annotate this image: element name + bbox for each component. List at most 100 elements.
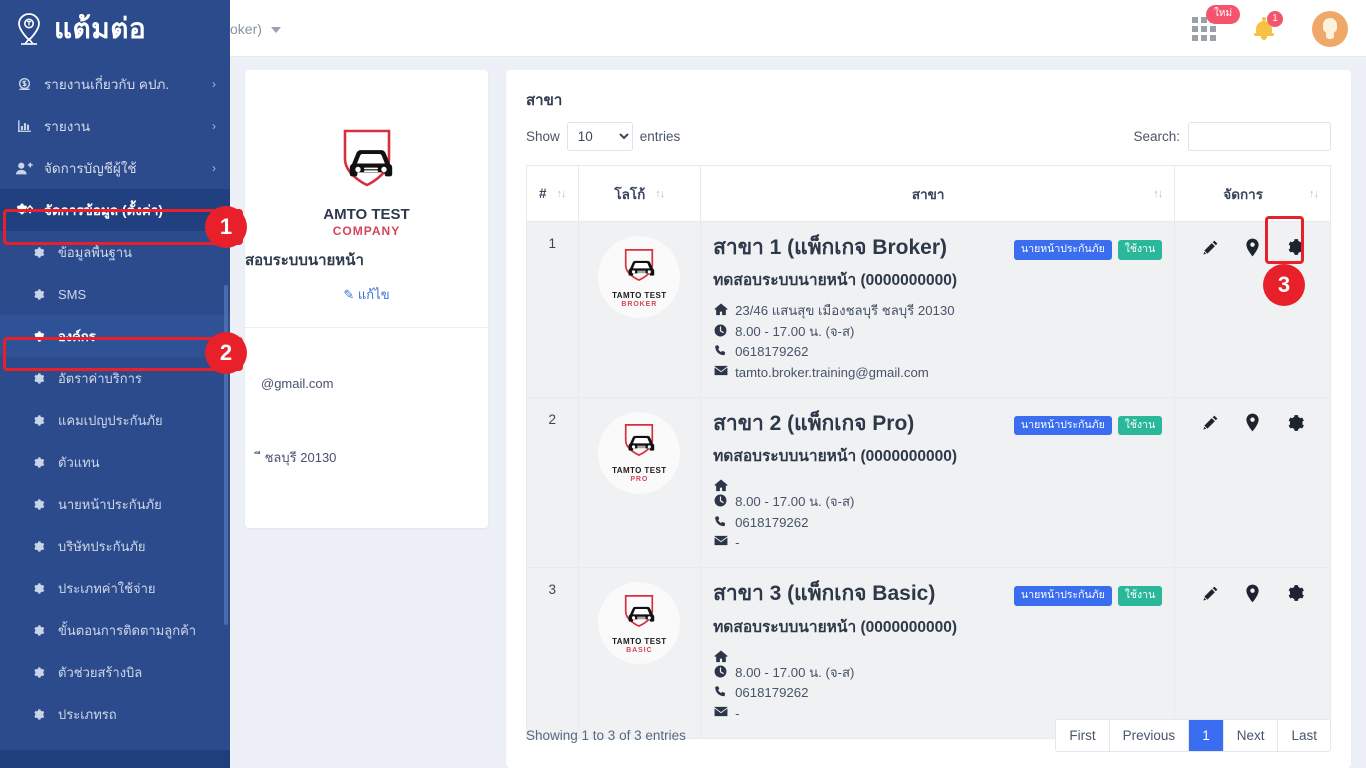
branch-address: 23/46 แสนสุข เมืองชลบุรี ชลบุรี 20130 [735,303,955,319]
sidebar-item-7[interactable]: อัตราค่าบริการ [0,357,230,399]
status-badge: นายหน้าประกันภัย [1014,586,1112,606]
company-logo-title: AMTO TEST [323,206,410,223]
sidebar-item-14[interactable]: ตัวช่วยสร้างบิล [0,651,230,693]
column-header-logo[interactable]: โลโก้ ↑↓ [577,165,702,222]
sort-icon[interactable]: ↑↓ [1153,188,1163,200]
phone-icon [713,683,728,698]
company-address: ี ชลบุรี 20130 [261,450,337,465]
table-row: 3 TAMTO TEST BASIC สาขา 3 (แพ็กเกจ Basic) ทด… [526,567,1331,739]
chevron-right-icon[interactable]: › [212,77,216,91]
sidebar-item-label: ตัวแทน [58,454,100,470]
cell-logo: TAMTO TEST PRO [577,396,702,569]
branch-settings-button[interactable] [1284,236,1306,258]
branch-address-line [713,477,1162,492]
branch-address-line [713,648,1162,663]
sort-icon[interactable]: ↑↓ [655,188,665,200]
pagination-last[interactable]: Last [1278,720,1330,751]
company-logo [245,70,488,202]
cell-row-number: 2 [526,396,579,569]
branch-hours-line: 8.00 - 17.00 น. (จ-ส) [713,663,1162,683]
account-label: oker) [230,20,262,37]
lightbulb-icon [1323,17,1337,33]
sidebar-item-5[interactable]: SMS [0,273,230,315]
clock-icon [713,322,728,337]
gear-icon [28,540,48,553]
sidebar-item-6[interactable]: องค์กร [0,315,230,357]
pagination-previous[interactable]: Previous [1109,720,1190,751]
sidebar-item-12[interactable]: ประเภทค่าใช้จ่าย [0,567,230,609]
cell-branch-details: สาขา 3 (แพ็กเกจ Basic) ทดสอบระบบนายหน้า (… [700,567,1176,739]
sidebar-item-10[interactable]: นายหน้าประกันภัย [0,483,230,525]
sidebar-item-13[interactable]: ขั้นตอนการติดตามลูกค้า [0,609,230,651]
apps-button[interactable]: ใหม่ [1192,4,1241,41]
branch-hours: 8.00 - 17.00 น. (จ-ส) [735,494,855,510]
column-header-num[interactable]: # ↑↓ [526,165,579,222]
sidebar-item-0[interactable]: รายงานเกี่ยวกับ คปภ. › [0,63,230,105]
sidebar-item-15[interactable]: ประเภทรถ [0,693,230,735]
branch-location-button[interactable] [1242,236,1264,258]
branch-settings-button[interactable] [1284,412,1306,434]
pagination-page-1[interactable]: 1 [1189,720,1224,751]
edit-branch-button[interactable] [1200,412,1222,434]
branch-title: สาขา 1 (แพ็กเกจ Broker) [713,236,947,259]
search-input[interactable] [1188,122,1331,151]
branch-hours: 8.00 - 17.00 น. (จ-ส) [735,664,855,680]
annotation-number-3: 3 [1263,264,1305,306]
sidebar-item-8[interactable]: แคมเปญประกันภัย [0,399,230,441]
sidebar-item-2[interactable]: จัดการบัญชีผู้ใช้ › [0,147,230,189]
top-bar-actions: ใหม่ 1 [1192,0,1348,57]
column-header-actions[interactable]: จัดการ ↑↓ [1174,165,1331,222]
edit-branch-button[interactable] [1200,582,1222,604]
sidebar-item-4[interactable]: ข้อมูลพื้นฐาน [0,231,230,273]
branch-address-line: 23/46 แสนสุข เมืองชลบุรี ชลบุรี 20130 [713,301,1162,321]
annotation-number-1: 1 [205,206,247,248]
clock-icon [713,492,728,507]
sort-icon[interactable]: ↑↓ [1309,188,1319,200]
cell-logo: TAMTO TEST BASIC [577,567,702,739]
sort-icon[interactable]: ↑↓ [557,188,567,200]
chevron-right-icon[interactable]: › [212,161,216,175]
cell-actions [1174,567,1331,739]
sidebar-item-11[interactable]: บริษัทประกันภัย [0,525,230,567]
page-length-select[interactable]: 102550100 [566,122,633,151]
sidebar-item-9[interactable]: ตัวแทน [0,441,230,483]
pagination-next[interactable]: Next [1223,720,1279,751]
branch-location-button[interactable] [1242,412,1264,434]
branch-logo-title: TAMTO TEST [612,466,667,476]
branch-logo-subtitle: BROKER [621,300,658,308]
notifications-button[interactable]: 1 [1254,10,1283,40]
notification-count-badge: 1 [1267,10,1283,27]
status-badge: นายหน้าประกันภัย [1014,415,1112,436]
sidebar-item-1[interactable]: รายงาน › [0,105,230,147]
brand[interactable]: แต้มต่อ [0,0,230,57]
mail-icon [713,533,728,546]
branch-settings-button[interactable] [1284,582,1306,604]
column-header-branch[interactable]: สาขา ↑↓ [700,165,1176,222]
chevron-down-icon[interactable] [270,26,281,33]
search-label: Search: [1133,129,1180,144]
table-body: 1 TAMTO TEST BROKER สาขา 1 (แพ็กเกจ Broker)… [526,221,1331,739]
branch-logo: TAMTO TEST PRO [598,411,681,494]
account-selector[interactable]: oker) [230,0,281,57]
company-card: AMTO TEST COMPANY สอบระบบนายหน้า ✎ แก้ไข… [245,70,488,528]
branches-table: # ↑↓ โลโก้ ↑↓ สาขา ↑↓ จัดการ ↑↓ 1 TAMTO TEST B… [526,165,1331,739]
branch-hours: 8.00 - 17.00 น. (จ-ส) [735,323,855,339]
gear-icon [28,246,48,259]
edit-branch-button[interactable] [1200,236,1222,258]
company-edit-label: แก้ไข [357,287,390,302]
pagination-first[interactable]: First [1056,720,1110,751]
sidebar-item-3[interactable]: จัดการข้อมูล (ตั้งค่า) [0,189,230,231]
branch-email: - [735,535,740,550]
chevron-right-icon[interactable]: › [212,119,216,133]
company-edit-link[interactable]: ✎ แก้ไข [245,284,488,305]
gear-icon [28,498,48,511]
table-header-row: # ↑↓ โลโก้ ↑↓ สาขา ↑↓ จัดการ ↑↓ [526,165,1331,222]
avatar[interactable] [1312,10,1348,47]
branch-meta: 8.00 - 17.00 น. (จ-ส) 0618179262 - [713,477,1162,553]
gear-icon [28,666,48,679]
divider [245,327,488,328]
branches-panel: สาขา Show 102550100 entries Search: # ↑↓ … [506,70,1351,768]
branch-location-button[interactable] [1242,582,1264,604]
datatable-footer: Showing 1 to 3 of 3 entries First Previo… [506,719,1351,768]
sidebar-item-label: รายงานเกี่ยวกับ คปภ. [44,77,170,92]
